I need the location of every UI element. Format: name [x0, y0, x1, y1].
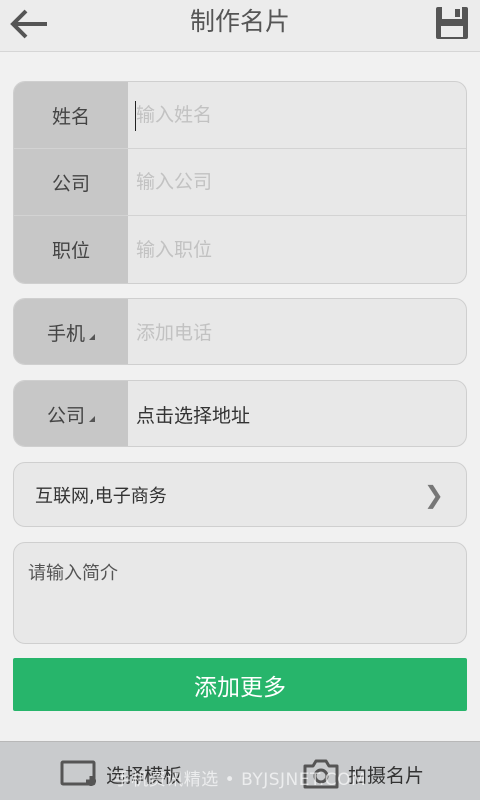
phone-group: 手机	[13, 298, 467, 365]
position-row: 职位	[14, 216, 466, 283]
page-title: 制作名片	[189, 7, 290, 36]
address-type-label: 公司	[46, 405, 85, 427]
phone-type-label: 手机	[46, 323, 85, 345]
dropdown-corner-icon	[89, 333, 95, 340]
bottom-toolbar: 选择模板 拍摄名片	[0, 741, 480, 800]
choose-template-button[interactable]: 选择模板	[60, 756, 182, 792]
company-row: 公司	[14, 149, 466, 216]
phone-row: 手机	[14, 299, 466, 364]
company-label: 公司	[14, 149, 128, 215]
template-add-icon	[60, 760, 96, 786]
dropdown-corner-icon	[89, 415, 95, 422]
text-cursor	[135, 101, 136, 131]
address-row: 公司 点击选择地址	[14, 381, 466, 446]
address-select-field[interactable]: 点击选择地址	[128, 381, 466, 446]
industry-value: 互联网,电子商务	[35, 485, 167, 507]
name-input[interactable]	[128, 82, 466, 148]
position-input[interactable]	[128, 216, 466, 283]
choose-template-label: 选择模板	[106, 764, 183, 787]
company-input[interactable]	[128, 149, 466, 215]
industry-selector[interactable]: 互联网,电子商务 ❯	[13, 462, 467, 527]
shoot-card-button[interactable]: 拍摄名片	[302, 756, 424, 792]
position-label: 职位	[14, 216, 128, 283]
intro-textarea[interactable]	[13, 542, 467, 644]
camera-icon	[303, 759, 339, 789]
basic-info-group: 姓名 公司 职位	[13, 81, 467, 284]
add-more-button[interactable]: 添加更多	[13, 658, 467, 711]
title-bar: 制作名片	[0, 0, 480, 52]
address-group: 公司 点击选择地址	[13, 380, 467, 447]
phone-type-selector[interactable]: 手机	[14, 299, 128, 364]
save-button[interactable]	[432, 3, 472, 43]
name-label: 姓名	[14, 82, 128, 148]
chevron-right-icon: ❯	[423, 481, 444, 509]
address-type-selector[interactable]: 公司	[14, 381, 128, 446]
floppy-disk-icon	[436, 7, 468, 39]
name-row: 姓名	[14, 82, 466, 149]
shoot-card-label: 拍摄名片	[348, 764, 425, 787]
phone-input[interactable]	[128, 299, 466, 364]
